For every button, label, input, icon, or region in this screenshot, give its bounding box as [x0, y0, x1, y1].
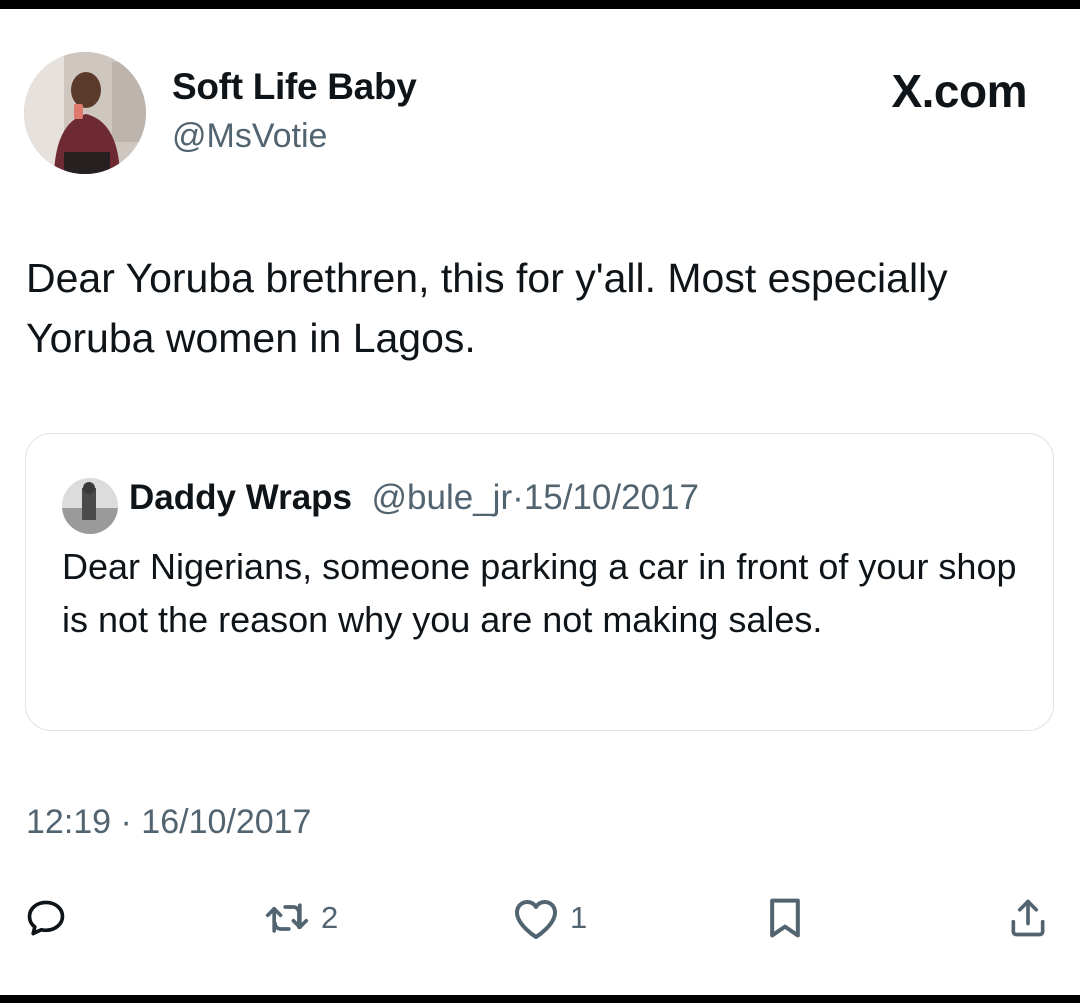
- quoted-dot-separator: ·: [512, 478, 524, 517]
- quoted-tweet-text: Dear Nigerians, someone parking a car in…: [62, 546, 1017, 640]
- retweet-button[interactable]: 2: [263, 896, 338, 940]
- bookmark-button[interactable]: [764, 896, 806, 940]
- like-count: 1: [570, 900, 588, 935]
- quoted-tweet-header: Daddy Wraps @bule_jr·15/10/2017: [129, 478, 699, 518]
- brand-watermark: X.com: [891, 65, 1027, 117]
- tweet-text: Dear Yoruba brethren, this for y'all. Mo…: [26, 255, 948, 361]
- quoted-author-name[interactable]: Daddy Wraps: [129, 478, 352, 517]
- quoted-tweet-card[interactable]: Daddy Wraps @bule_jr·15/10/2017 Dear Nig…: [25, 433, 1054, 731]
- retweet-count: 2: [321, 900, 339, 935]
- author-name[interactable]: Soft Life Baby: [172, 66, 417, 108]
- reply-button[interactable]: [24, 896, 68, 940]
- speech-bubble-icon: [27, 900, 65, 936]
- bottom-border: [0, 995, 1080, 1003]
- author-avatar[interactable]: [24, 52, 146, 174]
- like-button[interactable]: 1: [512, 896, 587, 940]
- bookmark-icon: [770, 898, 800, 938]
- quoted-author-avatar[interactable]: [62, 478, 118, 534]
- quoted-date: 15/10/2017: [523, 478, 699, 517]
- heart-icon: [515, 900, 557, 939]
- author-handle[interactable]: @MsVotie: [172, 117, 327, 156]
- quoted-author-handle[interactable]: @bule_jr: [372, 478, 513, 517]
- tweet-timestamp[interactable]: 12:19 · 16/10/2017: [26, 803, 311, 842]
- share-upload-icon: [1011, 899, 1045, 937]
- top-border: [0, 0, 1080, 9]
- retweet-arrows-icon: [265, 903, 309, 933]
- share-button[interactable]: [1006, 896, 1050, 940]
